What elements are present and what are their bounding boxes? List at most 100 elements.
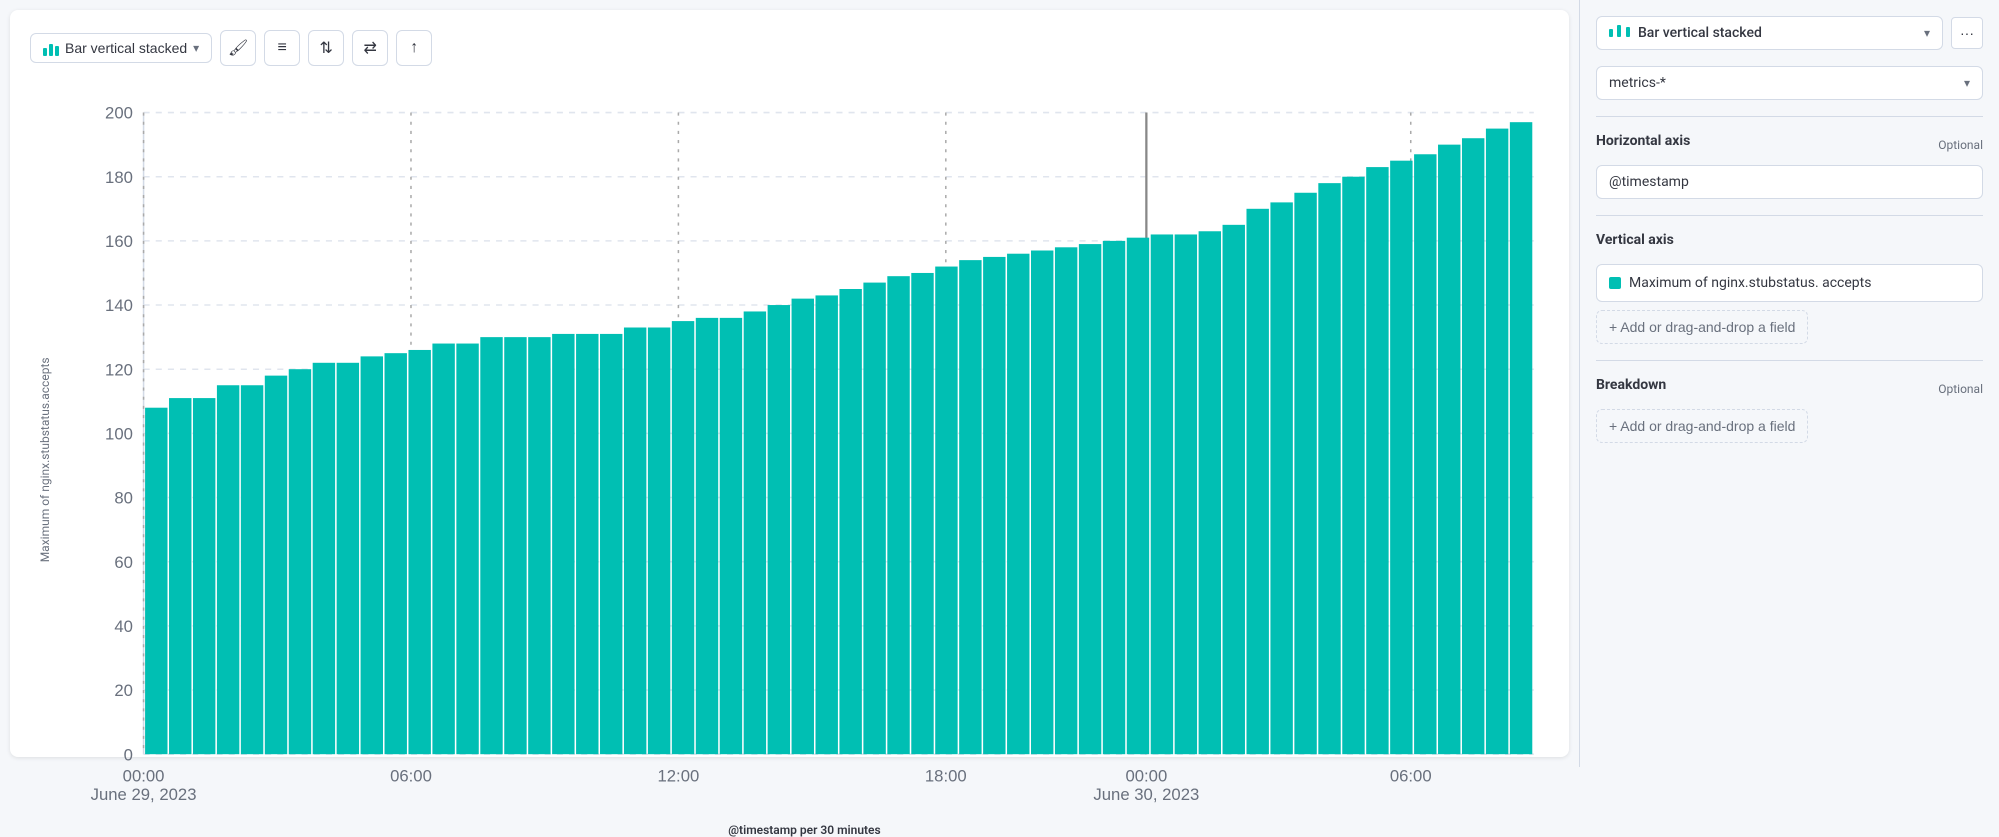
bar-rect <box>1390 161 1412 755</box>
sort-up-icon: ↑ <box>410 39 418 57</box>
bar-rect <box>313 363 335 754</box>
vertical-axis-item: Maximum of nginx.stubstatus. accepts <box>1596 264 1983 302</box>
vertical-axis-color-dot <box>1609 277 1621 289</box>
bar-rect <box>839 289 861 754</box>
bar-rect <box>600 334 622 754</box>
vertical-axis-add-field-label: + Add or drag-and-drop a field <box>1609 319 1795 335</box>
panel-chart-type-button[interactable]: Bar vertical stacked ▾ <box>1596 16 1943 50</box>
svg-text:180: 180 <box>105 168 133 187</box>
panel-header: Bar vertical stacked ▾ ··· <box>1596 16 1983 50</box>
vertical-axis-header: Vertical axis <box>1596 232 1983 256</box>
bar-rect <box>1486 129 1508 755</box>
vertical-axis-title: Vertical axis <box>1596 232 1674 248</box>
bar-rect <box>672 321 694 754</box>
vertical-axis-section: Vertical axis Maximum of nginx.stubstatu… <box>1596 232 1983 344</box>
chart-type-button[interactable]: Bar vertical stacked ▾ <box>30 33 212 63</box>
y-axis-label: Maximum of nginx.stubstatus.accepts <box>30 82 60 837</box>
svg-text:0: 0 <box>124 745 133 764</box>
svg-text:20: 20 <box>114 681 133 700</box>
sort-horizontal-button[interactable]: ⇄ <box>352 30 388 66</box>
vertical-axis-add-field-button[interactable]: + Add or drag-and-drop a field <box>1596 310 1808 344</box>
bar-rect <box>265 376 287 755</box>
chart-type-chevron-icon: ▾ <box>193 41 199 55</box>
bar-rect <box>432 344 454 755</box>
svg-text:100: 100 <box>105 424 133 443</box>
svg-text:18:00: 18:00 <box>925 767 967 786</box>
bar-rect <box>911 273 933 754</box>
metrics-chevron-icon: ▾ <box>1964 76 1970 90</box>
svg-text:12:00: 12:00 <box>657 767 699 786</box>
breakdown-header: Breakdown Optional <box>1596 377 1983 401</box>
bar-rect <box>552 334 574 754</box>
svg-text:00:00: 00:00 <box>123 767 165 786</box>
sort-vertical-button[interactable]: ⇅ <box>308 30 344 66</box>
breakdown-optional: Optional <box>1938 382 1983 396</box>
bar-rect <box>337 363 359 754</box>
horizontal-axis-value-text: @timestamp <box>1609 174 1689 190</box>
bar-rect <box>1342 177 1364 754</box>
bar-rect <box>696 318 718 754</box>
metrics-select[interactable]: metrics-* ▾ <box>1596 66 1983 100</box>
bar-rect <box>720 318 742 754</box>
svg-text:June 30, 2023: June 30, 2023 <box>1093 785 1199 804</box>
more-dots-icon: ··· <box>1960 25 1974 41</box>
bar-rect <box>1175 234 1197 754</box>
bar-rect <box>1223 225 1245 754</box>
svg-text:June 29, 2023: June 29, 2023 <box>91 785 197 804</box>
right-panel: Bar vertical stacked ▾ ··· metrics-* ▾ H… <box>1579 0 1999 767</box>
chart-type-label: Bar vertical stacked <box>65 40 187 56</box>
panel-more-button[interactable]: ··· <box>1951 17 1983 49</box>
bar-rect <box>145 408 167 754</box>
bar-rect <box>1270 202 1292 754</box>
bar-rect <box>983 257 1005 754</box>
svg-text:40: 40 <box>114 617 133 636</box>
breakdown-add-field-label: + Add or drag-and-drop a field <box>1609 418 1795 434</box>
paint-brush-icon: 🖌 <box>228 38 248 58</box>
horizontal-axis-optional: Optional <box>1938 138 1983 152</box>
bar-rect <box>768 305 790 754</box>
panel-divider-2 <box>1596 215 1983 216</box>
bar-rect <box>1438 145 1460 755</box>
chart-area: Maximum of nginx.stubstatus.accepts .gri… <box>30 82 1549 837</box>
bar-rect <box>744 311 766 754</box>
bar-rect <box>624 328 646 755</box>
bar-rect <box>1103 241 1125 754</box>
bar-chart-icon <box>43 40 59 56</box>
bar-rect <box>1294 193 1316 754</box>
metrics-value: metrics-* <box>1609 75 1666 91</box>
bar-rect <box>935 267 957 755</box>
bar-rect <box>408 350 430 754</box>
bar-rect <box>1127 238 1149 755</box>
chart-svg: .grid-line { stroke: #e0e5ee; stroke-wid… <box>60 82 1549 815</box>
bar-rect <box>504 337 526 754</box>
svg-text:200: 200 <box>105 104 133 123</box>
svg-text:120: 120 <box>105 360 133 379</box>
horizontal-axis-value[interactable]: @timestamp <box>1596 165 1983 199</box>
svg-text:06:00: 06:00 <box>1390 767 1432 786</box>
bar-rect <box>1246 209 1268 754</box>
panel-chart-type-label: Bar vertical stacked <box>1638 25 1762 41</box>
bar-rect <box>1151 234 1173 754</box>
breakdown-add-field-button[interactable]: + Add or drag-and-drop a field <box>1596 409 1808 443</box>
chart-svg-area: .grid-line { stroke: #e0e5ee; stroke-wid… <box>60 82 1549 815</box>
bar-rect <box>1414 154 1436 754</box>
bar-rect <box>1366 167 1388 754</box>
sort-horizontal-icon: ⇄ <box>364 38 377 58</box>
bar-rect <box>1318 183 1340 754</box>
svg-text:00:00: 00:00 <box>1125 767 1167 786</box>
bar-rect <box>576 334 598 754</box>
bar-rect <box>792 299 814 755</box>
bar-rect <box>217 385 239 754</box>
settings-list-icon: ≡ <box>278 39 287 57</box>
paint-brush-button[interactable]: 🖌 <box>220 30 256 66</box>
bar-rect <box>193 398 215 754</box>
chart-editor-main: Bar vertical stacked ▾ 🖌 ≡ ⇅ ⇄ ↑ Maximum… <box>10 10 1569 757</box>
bar-rect <box>1199 231 1221 754</box>
chart-toolbar: Bar vertical stacked ▾ 🖌 ≡ ⇅ ⇄ ↑ <box>30 30 1549 66</box>
horizontal-axis-title: Horizontal axis <box>1596 133 1690 149</box>
bar-rect <box>816 295 838 754</box>
horizontal-axis-header: Horizontal axis Optional <box>1596 133 1983 157</box>
vertical-axis-item-label: Maximum of nginx.stubstatus. accepts <box>1629 275 1871 291</box>
settings-button[interactable]: ≡ <box>264 30 300 66</box>
sort-up-button[interactable]: ↑ <box>396 30 432 66</box>
